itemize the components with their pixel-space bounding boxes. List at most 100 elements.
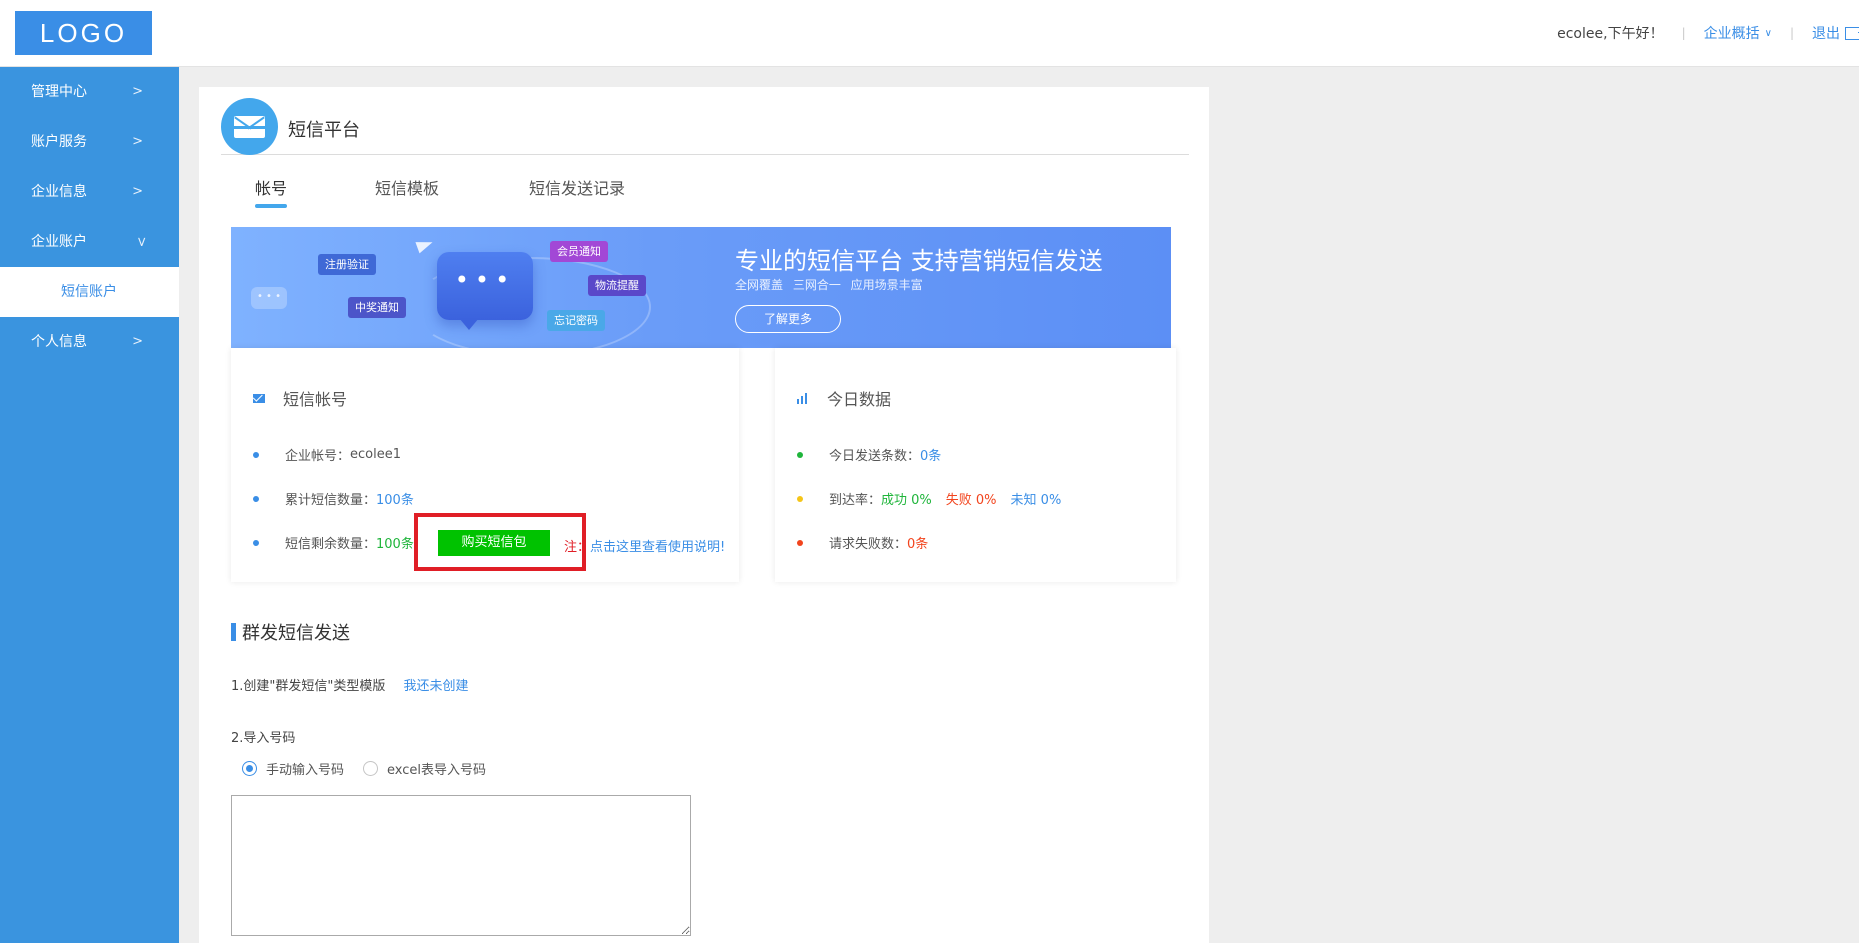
paper-plane-icon xyxy=(415,236,435,254)
row-label: 今日发送条数： xyxy=(829,449,921,464)
arrival-rate-row: 到达率： 成功 0% 失败 0% 未知 0% xyxy=(797,489,1061,508)
envelope-shape xyxy=(234,116,265,138)
section-marker xyxy=(231,623,236,641)
sidebar-item-label: 企业信息 xyxy=(31,184,87,200)
rate-unknown: 未知 0% xyxy=(1010,493,1062,508)
top-header: LOGO ecolee,下午好！ | 企业概括 ∨ | 退出 xyxy=(0,0,1859,67)
bar-chart-icon xyxy=(797,392,811,404)
remaining-sms-row: 短信剩余数量： 100条 xyxy=(253,533,414,552)
row-value: 100条 xyxy=(376,493,414,508)
usage-instructions-link[interactable]: 点击这里查看使用说明! xyxy=(590,540,725,555)
chevron-right-icon: > xyxy=(132,84,143,99)
sidebar-item-company-account[interactable]: 企业账户 > xyxy=(0,217,179,267)
sidebar-item-label: 企业账户 xyxy=(31,234,87,250)
row-label: 到达率： xyxy=(829,493,882,508)
chat-dots-icon: • • • xyxy=(251,287,287,309)
banner-tag: 忘记密码 xyxy=(547,310,605,331)
tab-account[interactable]: 帐号 xyxy=(255,175,287,199)
sidebar-item-label: 管理中心 xyxy=(31,84,87,100)
panel-title: 今日数据 xyxy=(827,390,892,409)
row-value: ecolee1 xyxy=(350,447,401,462)
banner-tag: 中奖通知 xyxy=(348,297,406,318)
sidebar-item-label: 账户服务 xyxy=(31,134,87,150)
sidebar-subitem-sms-account[interactable]: 短信账户 xyxy=(0,267,179,317)
logout-button[interactable]: 退出 xyxy=(1812,23,1859,43)
chevron-right-icon: > xyxy=(132,334,143,349)
usage-note: 注：点击这里查看使用说明! xyxy=(564,536,725,555)
sidebar-item-personal-info[interactable]: 个人信息 > xyxy=(0,317,179,367)
banner-tag: 会员通知 xyxy=(550,241,608,262)
bullet xyxy=(797,451,803,458)
sidebar-item-company-info[interactable]: 企业信息 > xyxy=(0,167,179,217)
banner-title: 专业的短信平台 支持营销短信发送 xyxy=(735,247,1103,275)
tab-sms-templates[interactable]: 短信模板 xyxy=(375,175,439,199)
step-create-template: 1.创建"群发短信"类型模版 我还未创建 xyxy=(231,675,469,694)
bulk-sms-section-title: 群发短信发送 xyxy=(231,619,350,645)
row-label: 企业帐号： xyxy=(285,449,351,464)
page-title: 短信平台 xyxy=(288,120,360,141)
radio-manual-label[interactable]: 手动输入号码 xyxy=(266,759,344,778)
step1-text: 1.创建"群发短信"类型模版 xyxy=(231,679,386,694)
panel-header: 今日数据 xyxy=(797,386,891,410)
row-value: 100条 xyxy=(376,537,414,552)
promo-banner: • • • ••• 注册验证 中奖通知 会员通知 物流提醒 忘记密码 专业的短信… xyxy=(231,227,1171,348)
row-value: 0条 xyxy=(920,449,942,464)
step-import-numbers: 2.导入号码 xyxy=(231,731,296,746)
user-greeting: ecolee,下午好！ xyxy=(1557,26,1664,42)
failed-requests-row: 请求失败数： 0条 xyxy=(797,533,928,552)
row-label: 请求失败数： xyxy=(829,537,908,552)
sidebar: 管理中心 > 账户服务 > 企业信息 > 企业账户 > 短信账户 个人信息 > xyxy=(0,67,179,943)
company-account-row: 企业帐号： ecolee1 xyxy=(253,445,401,464)
phone-numbers-textarea[interactable] xyxy=(231,795,691,936)
bullet xyxy=(253,451,259,458)
user-area: ecolee,下午好！ | 企业概括 ∨ | 退出 xyxy=(1557,22,1859,44)
radio-excel-import[interactable] xyxy=(363,761,379,776)
page-header: 短信平台 xyxy=(221,98,1189,155)
banner-subtitle: 全网覆盖 三网合一 应用场景丰富 xyxy=(735,278,923,292)
today-data-panel: 今日数据 今日发送条数： 0条 到达率： 成功 0% 失败 0% 未知 0% 请… xyxy=(775,348,1176,582)
logo[interactable]: LOGO xyxy=(15,11,152,55)
total-sms-row: 累计短信数量： 100条 xyxy=(253,489,414,508)
import-method-radios: 手动输入号码 excel表导入号码 xyxy=(242,759,486,778)
rate-fail: 失败 0% xyxy=(945,493,997,508)
radio-excel-label[interactable]: excel表导入号码 xyxy=(387,759,486,778)
sidebar-item-management[interactable]: 管理中心 > xyxy=(0,67,179,117)
row-value: 0条 xyxy=(907,537,929,552)
chevron-right-icon: > xyxy=(132,134,143,149)
sidebar-item-account-service[interactable]: 账户服务 > xyxy=(0,117,179,167)
panel-header: 短信帐号 xyxy=(253,386,347,410)
row-label: 累计短信数量： xyxy=(285,493,377,508)
logout-label: 退出 xyxy=(1812,26,1840,42)
chevron-right-icon: > xyxy=(132,184,143,199)
main-card: 短信平台 帐号 短信模板 短信发送记录 • • • ••• 注册验证 中奖通知 … xyxy=(199,87,1209,943)
envelope-icon xyxy=(253,393,267,403)
bullet xyxy=(253,539,259,546)
tab-sms-records[interactable]: 短信发送记录 xyxy=(529,175,625,199)
note-prefix: 注： xyxy=(564,540,591,555)
banner-tag: 物流提醒 xyxy=(588,275,646,296)
learn-more-button[interactable]: 了解更多 xyxy=(735,305,841,333)
radio-manual-input[interactable] xyxy=(242,761,257,776)
mail-icon xyxy=(221,98,278,155)
sidebar-item-label: 个人信息 xyxy=(31,334,87,350)
rate-success: 成功 0% xyxy=(881,493,932,508)
sent-today-row: 今日发送条数： 0条 xyxy=(797,445,941,464)
chat-bubble-icon: ••• xyxy=(437,252,533,330)
panel-title: 短信帐号 xyxy=(283,390,348,409)
not-created-link[interactable]: 我还未创建 xyxy=(404,679,469,694)
logout-icon xyxy=(1845,26,1859,40)
chat-dots: ••• xyxy=(454,266,516,294)
bullet xyxy=(253,495,259,502)
row-label: 短信剩余数量： xyxy=(285,537,377,552)
banner-tag: 注册验证 xyxy=(318,254,376,275)
company-menu-label: 企业概括 xyxy=(1703,26,1760,42)
company-menu-dropdown[interactable]: 企业概括 ∨ xyxy=(1704,23,1772,43)
envelope-fold xyxy=(247,116,265,130)
highlight-box xyxy=(414,513,586,571)
chevron-down-icon: ∨ xyxy=(1764,27,1772,39)
chevron-down-icon: > xyxy=(133,236,149,248)
active-tab-indicator xyxy=(255,204,287,208)
bullet xyxy=(797,495,803,502)
divider: | xyxy=(1789,26,1794,40)
section-title-text: 群发短信发送 xyxy=(242,623,350,644)
